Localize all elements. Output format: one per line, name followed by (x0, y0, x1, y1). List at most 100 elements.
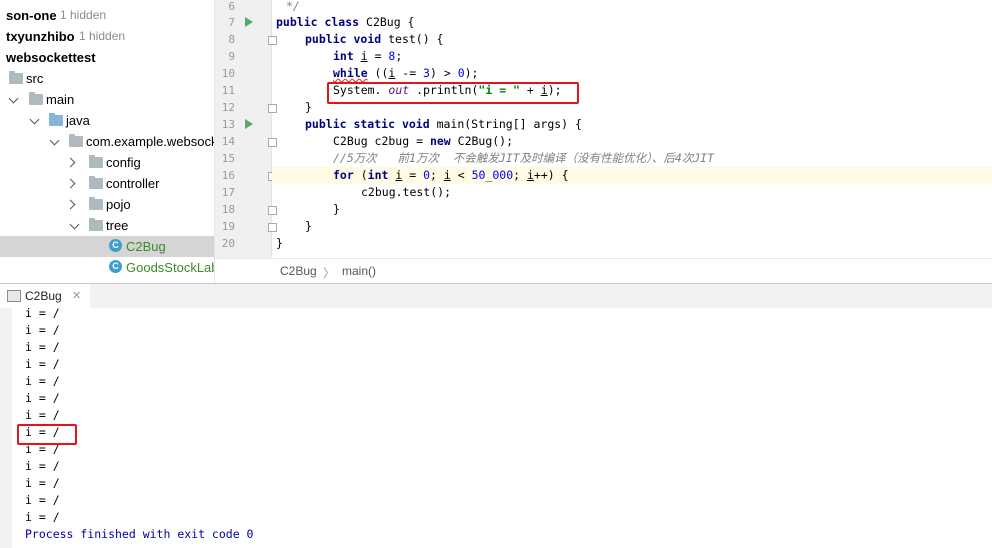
fold-icon[interactable] (268, 206, 277, 215)
run-class-icon[interactable] (245, 17, 253, 27)
tree-item-label: pojo (106, 197, 131, 212)
code-line-12: } (305, 100, 312, 114)
tree-item-tree[interactable]: tree (0, 215, 214, 236)
line-number: 12 (221, 101, 235, 114)
tree-item-websockettest[interactable]: websockettest (0, 47, 214, 68)
tree-item-txyunzhibo[interactable]: txyunzhibo 1 hidden (0, 26, 214, 47)
run-main-icon[interactable] (245, 119, 253, 129)
console-line: i = / (25, 459, 60, 473)
code-line-19: } (305, 219, 312, 233)
run-tool-window-header: C2Bug ✕ (0, 283, 992, 309)
code-line-18: } (333, 202, 340, 216)
console-line: i = / (25, 391, 60, 405)
package-icon (89, 155, 103, 168)
source-folder-icon (49, 113, 63, 126)
chevron-right-icon[interactable] (67, 158, 75, 166)
console-line: i = / (25, 306, 60, 320)
code-line-8: public void test() { (305, 32, 444, 46)
class-icon: C (109, 260, 122, 273)
line-number: 17 (221, 186, 235, 199)
tree-item-label: com.example.websocket (86, 134, 214, 149)
folder-icon (9, 71, 23, 84)
console-line: i = / (25, 476, 60, 490)
tree-item-main[interactable]: main (0, 89, 214, 110)
console-line: i = / (25, 340, 60, 354)
tree-item-son-one[interactable]: son-one 1 hidden (0, 5, 214, 26)
line-number: 6 (228, 0, 235, 13)
console-output[interactable]: i = / i = / i = / i = / i = / i = / i = … (12, 306, 992, 548)
tree-item-label: src (26, 71, 44, 86)
tree-item-label: son-one (6, 8, 57, 23)
console-icon (7, 290, 21, 302)
tree-item-label: GoodsStockLabel (126, 260, 214, 275)
tree-item-label: java (66, 113, 90, 128)
code-line-13: public static void main(String[] args) { (305, 117, 582, 131)
tree-item-pojo[interactable]: pojo (0, 194, 214, 215)
line-number: 18 (221, 203, 235, 216)
fold-icon[interactable] (268, 36, 277, 45)
package-icon (89, 176, 103, 189)
line-number: 11 (221, 84, 235, 97)
console-line: i = / (25, 493, 60, 507)
tree-item-src[interactable]: src (0, 68, 214, 89)
tree-item-package[interactable]: com.example.websocket (0, 131, 214, 152)
line-number: 10 (221, 67, 235, 80)
console-line: i = / (25, 357, 60, 371)
code-line-7: public class C2Bug { (276, 15, 415, 29)
tree-item-label: C2Bug (126, 239, 166, 254)
tree-item-label: main (46, 92, 75, 107)
line-number: 19 (221, 220, 235, 233)
fold-icon[interactable] (268, 104, 277, 113)
project-tree: son-one 1 hidden txyunzhibo 1 hidden web… (0, 0, 214, 282)
breadcrumb: C2Bug 〉 main() (214, 258, 992, 283)
code-line-17: c2bug.test(); (361, 185, 452, 199)
tree-item-label: tree (106, 218, 129, 233)
chevron-right-icon[interactable] (67, 179, 75, 187)
code-line-16: for (int i = 0; i < 50_000; i++) { (333, 168, 569, 182)
breadcrumb-class[interactable]: C2Bug (280, 264, 317, 278)
chevron-right-icon[interactable] (67, 200, 75, 208)
console-line: i = / (25, 510, 60, 524)
tree-item-label: txyunzhibo (6, 29, 75, 44)
chevron-down-icon[interactable] (51, 137, 59, 145)
tree-item-c2bug[interactable]: C C2Bug (0, 236, 214, 257)
hidden-count: 1 hidden (79, 29, 126, 43)
line-number: 20 (221, 237, 235, 250)
highlight-box-println (327, 82, 579, 104)
fold-icon[interactable] (268, 138, 277, 147)
line-number: 13 (221, 118, 235, 131)
package-icon (69, 134, 83, 147)
tree-item-controller[interactable]: controller (0, 173, 214, 194)
line-number: 16 (221, 169, 235, 182)
line-number: 8 (228, 33, 235, 46)
console-line: i = / (25, 374, 60, 388)
breadcrumb-method[interactable]: main() (342, 264, 376, 278)
package-icon (89, 218, 103, 231)
fold-icon[interactable] (268, 223, 277, 232)
chevron-down-icon[interactable] (71, 221, 79, 229)
tree-item-java[interactable]: java (0, 110, 214, 131)
line-number: 15 (221, 152, 235, 165)
code-editor[interactable]: 6 7 8 9 10 11 12 13 14 15 16 17 18 19 20… (214, 0, 992, 258)
chevron-down-icon[interactable] (10, 95, 18, 103)
close-icon[interactable]: ✕ (72, 289, 81, 302)
line-number: 14 (221, 135, 235, 148)
editor-gutter: 6 7 8 9 10 11 12 13 14 15 16 17 18 19 20 (215, 0, 277, 258)
run-tab-label: C2Bug (25, 289, 62, 303)
code-line-6: */ (286, 0, 300, 13)
hidden-count: 1 hidden (60, 8, 107, 22)
line-number: 7 (228, 16, 235, 29)
console-line: i = / (25, 323, 60, 337)
code-line-9: int i = 8; (333, 49, 403, 63)
process-finished-message: Process finished with exit code 0 (25, 527, 254, 541)
class-icon: C (109, 239, 122, 252)
chevron-down-icon[interactable] (31, 116, 39, 124)
line-number: 9 (228, 50, 235, 63)
tree-item-label: config (106, 155, 141, 170)
tree-item-label: websockettest (6, 50, 96, 65)
tree-item-config[interactable]: config (0, 152, 214, 173)
code-line-15: //5万次 前1万次 不会触发JIT及时编译（没有性能优化）、后4次JIT (333, 151, 715, 165)
tree-item-goodsstocklabel[interactable]: C GoodsStockLabel (0, 257, 214, 278)
code-line-14: C2Bug c2bug = new C2Bug(); (333, 134, 514, 148)
code-line-10: while ((i -= 3) > 0); (333, 66, 479, 80)
